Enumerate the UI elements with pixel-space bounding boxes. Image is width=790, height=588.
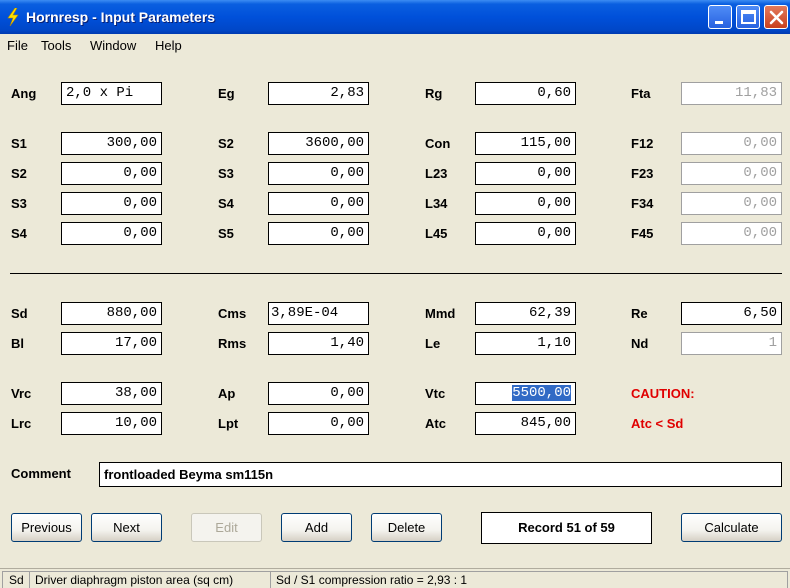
label-f23: F23 [631,166,654,181]
maximize-button[interactable] [736,5,760,29]
previous-button[interactable]: Previous [11,513,82,542]
comment-field[interactable]: frontloaded Beyma sm115n [99,462,782,487]
field-nd: 1 [681,332,782,355]
label-s2: S2 [11,166,27,181]
field-f12: 0,00 [681,132,782,155]
label-s4: S4 [11,226,27,241]
maximize-icon [741,10,756,24]
field-vtc-selected-text: 5500,00 [512,385,571,401]
label-fta: Fta [631,86,651,101]
label-rg: Rg [425,86,443,101]
label-s3-mid: S3 [218,166,234,181]
label-comment: Comment [11,466,71,481]
minimize-button[interactable] [708,5,732,29]
label-f45: F45 [631,226,654,241]
label-con: Con [425,136,451,151]
status-field: Sd [2,571,30,588]
label-vtc: Vtc [425,386,446,401]
field-rms[interactable]: 1,40 [268,332,369,355]
field-s1[interactable]: 300,00 [61,132,162,155]
field-mmd[interactable]: 62,39 [475,302,576,325]
field-cms[interactable]: 3,89E-04 [268,302,369,325]
field-s3[interactable]: 0,00 [61,192,162,215]
delete-button[interactable]: Delete [371,513,442,542]
close-button[interactable] [764,5,788,29]
field-s5[interactable]: 0,00 [268,222,369,245]
label-mmd: Mmd [425,306,456,321]
status-description: Driver diaphragm piston area (sq cm) [29,571,271,588]
field-s3-mid[interactable]: 0,00 [268,162,369,185]
section-divider [10,273,782,274]
close-icon [769,10,784,25]
field-lrc[interactable]: 10,00 [61,412,162,435]
label-l45: L45 [425,226,448,241]
field-f34: 0,00 [681,192,782,215]
field-fta: 11,83 [681,82,782,105]
field-vrc[interactable]: 38,00 [61,382,162,405]
label-eg: Eg [218,86,235,101]
edit-button: Edit [191,513,262,542]
minimize-icon [715,21,723,24]
label-le: Le [425,336,441,351]
window-title: Hornresp - Input Parameters [26,9,216,25]
label-ap: Ap [218,386,236,401]
field-s2-mid[interactable]: 3600,00 [268,132,369,155]
menu-help[interactable]: Help [155,38,182,53]
next-button[interactable]: Next [91,513,162,542]
label-s5: S5 [218,226,234,241]
field-s4-mid[interactable]: 0,00 [268,192,369,215]
field-s4[interactable]: 0,00 [61,222,162,245]
label-lpt: Lpt [218,416,239,431]
field-re[interactable]: 6,50 [681,302,782,325]
field-vtc[interactable]: 5500,00 [475,382,576,405]
field-con[interactable]: 115,00 [475,132,576,155]
label-sd: Sd [11,306,28,321]
label-s3: S3 [11,196,27,211]
menu-window[interactable]: Window [90,38,136,53]
field-l23[interactable]: 0,00 [475,162,576,185]
status-ratio: Sd / S1 compression ratio = 2,93 : 1 [270,571,788,588]
field-rg[interactable]: 0,60 [475,82,576,105]
field-bl[interactable]: 17,00 [61,332,162,355]
label-bl: Bl [11,336,24,351]
field-f45: 0,00 [681,222,782,245]
field-f23: 0,00 [681,162,782,185]
caution-title: CAUTION: [631,386,695,401]
label-s4-mid: S4 [218,196,234,211]
label-f34: F34 [631,196,654,211]
menu-file[interactable]: File [7,38,28,53]
field-lpt[interactable]: 0,00 [268,412,369,435]
field-ap[interactable]: 0,00 [268,382,369,405]
label-vrc: Vrc [11,386,32,401]
field-l34[interactable]: 0,00 [475,192,576,215]
label-lrc: Lrc [11,416,32,431]
field-le[interactable]: 1,10 [475,332,576,355]
caution-message: Atc < Sd [631,416,684,431]
label-cms: Cms [218,306,247,321]
record-indicator: Record 51 of 59 [481,512,652,544]
label-re: Re [631,306,648,321]
menu-tools[interactable]: Tools [41,38,71,53]
label-atc: Atc [425,416,446,431]
label-f12: F12 [631,136,654,151]
field-s2[interactable]: 0,00 [61,162,162,185]
calculate-button[interactable]: Calculate [681,513,782,542]
label-s2-mid: S2 [218,136,234,151]
field-ang[interactable]: 2,0 x Pi [61,82,162,105]
label-rms: Rms [218,336,247,351]
label-l34: L34 [425,196,448,211]
field-l45[interactable]: 0,00 [475,222,576,245]
field-atc[interactable]: 845,00 [475,412,576,435]
field-sd[interactable]: 880,00 [61,302,162,325]
label-ang: Ang [11,86,37,101]
label-nd: Nd [631,336,649,351]
label-l23: L23 [425,166,448,181]
lightning-bolt-icon [7,8,19,26]
field-eg[interactable]: 2,83 [268,82,369,105]
label-s1: S1 [11,136,27,151]
add-button[interactable]: Add [281,513,352,542]
